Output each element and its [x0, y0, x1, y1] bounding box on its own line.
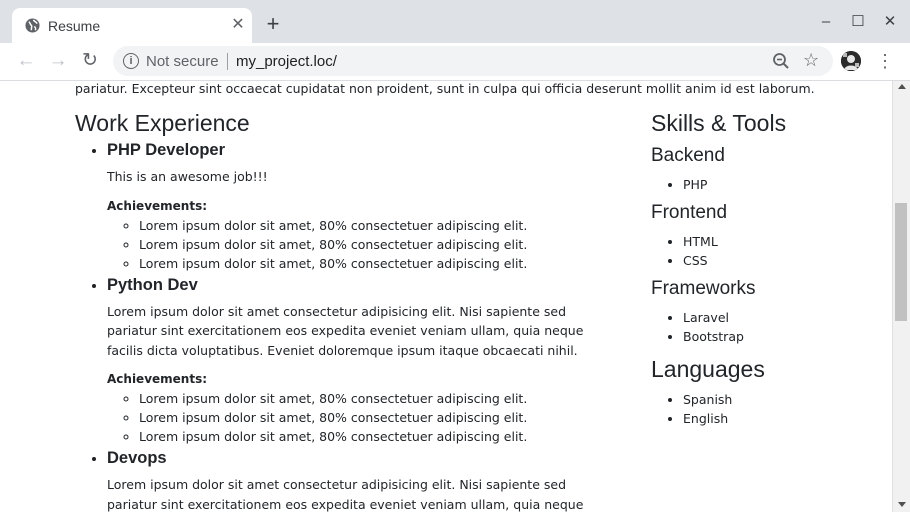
close-icon[interactable]: ✕ [229, 16, 247, 34]
job-list: PHP Developer This is an awesome job!!! … [75, 138, 615, 512]
star-icon[interactable]: ☆ [803, 51, 819, 69]
achievement-list: Lorem ipsum dolor sit amet, 80% consecte… [107, 389, 615, 446]
achievement-list: Lorem ipsum dolor sit amet, 80% consecte… [107, 216, 615, 273]
avatar[interactable] [841, 51, 861, 71]
back-arrow-icon[interactable]: ← [14, 50, 38, 72]
skill-list: PHP [651, 175, 871, 195]
zoom-out-icon[interactable] [772, 52, 790, 70]
skill-list: Laravel Bootstrap [651, 308, 871, 347]
achievement-item: Lorem ipsum dolor sit amet, 80% consecte… [139, 408, 615, 427]
reload-icon[interactable]: ↻ [78, 50, 102, 72]
skill-item: HTML [683, 232, 871, 252]
job-item: PHP Developer This is an awesome job!!! … [107, 138, 615, 273]
address-url[interactable]: my_project.loc/ [236, 53, 337, 70]
achievements-label: Achievements: [107, 198, 208, 213]
skill-item: Bootstrap [683, 327, 871, 347]
achievement-item: Lorem ipsum dolor sit amet, 80% consecte… [139, 216, 615, 235]
security-label[interactable]: Not secure [146, 53, 219, 70]
job-description: Lorem ipsum dolor sit amet consectetur a… [107, 477, 584, 512]
language-item: English [683, 409, 871, 429]
skills-section: Skills & Tools Backend PHP Frontend HTML… [651, 108, 871, 429]
address-divider [227, 53, 228, 70]
plus-icon[interactable]: + [263, 13, 283, 35]
job-description: Lorem ipsum dolor sit amet consectetur a… [107, 303, 584, 358]
window-close-icon[interactable]: ✕ [877, 10, 903, 34]
tab-strip: Resume ✕ + – ☐ ✕ [0, 0, 910, 43]
achievement-item: Lorem ipsum dolor sit amet, 80% consecte… [139, 235, 615, 254]
job-title: PHP Developer [107, 141, 225, 159]
skill-list: HTML CSS [651, 232, 871, 271]
tab-resume[interactable]: Resume ✕ [12, 8, 252, 43]
achievement-item: Lorem ipsum dolor sit amet, 80% consecte… [139, 427, 615, 446]
maximize-icon[interactable]: ☐ [845, 10, 871, 34]
skills-heading: Skills & Tools [651, 110, 787, 136]
forward-arrow-icon[interactable]: → [46, 50, 70, 72]
page-viewport: pariatur. Excepteur sint occaecat cupida… [0, 81, 892, 512]
minimize-icon[interactable]: – [813, 10, 839, 34]
achievement-item: Lorem ipsum dolor sit amet, 80% consecte… [139, 254, 615, 273]
scroll-down-arrow-icon[interactable] [898, 502, 906, 507]
work-experience-heading: Work Experience [75, 110, 250, 136]
job-title: Python Dev [107, 275, 198, 294]
skill-item: CSS [683, 251, 871, 271]
skill-group-title: Backend [651, 145, 725, 166]
skill-item: PHP [683, 175, 871, 195]
address-bar[interactable]: i Not secure my_project.loc/ ☆ [113, 46, 833, 76]
work-experience-section: Work Experience PHP Developer This is an… [75, 108, 615, 512]
browser-toolbar: ← → ↻ i Not secure my_project.loc/ ☆ [0, 43, 910, 81]
achievement-item: Lorem ipsum dolor sit amet, 80% consecte… [139, 389, 615, 408]
tab-title: Resume [48, 18, 101, 34]
achievements-label: Achievements: [107, 372, 208, 386]
scroll-up-arrow-icon[interactable] [898, 84, 906, 89]
languages-heading: Languages [651, 355, 765, 382]
job-item: Python Dev Lorem ipsum dolor sit amet co… [107, 273, 615, 447]
skill-group-title: Frameworks [651, 277, 756, 299]
skill-group-title: Frontend [651, 201, 728, 223]
intro-text-tail: pariatur. Excepteur sint occaecat cupida… [75, 81, 815, 96]
info-icon[interactable]: i [123, 53, 139, 69]
kebab-menu-icon[interactable]: ⋮ [876, 51, 894, 71]
vertical-scrollbar[interactable] [892, 81, 910, 512]
globe-icon [25, 18, 40, 33]
skill-item: Laravel [683, 308, 871, 328]
language-item: Spanish [683, 390, 871, 410]
job-description: This is an awesome job!!! [107, 169, 268, 184]
language-list: Spanish English [651, 390, 871, 429]
job-title: Devops [107, 449, 167, 467]
job-item: Devops Lorem ipsum dolor sit amet consec… [107, 446, 615, 512]
scroll-thumb[interactable] [895, 203, 907, 321]
